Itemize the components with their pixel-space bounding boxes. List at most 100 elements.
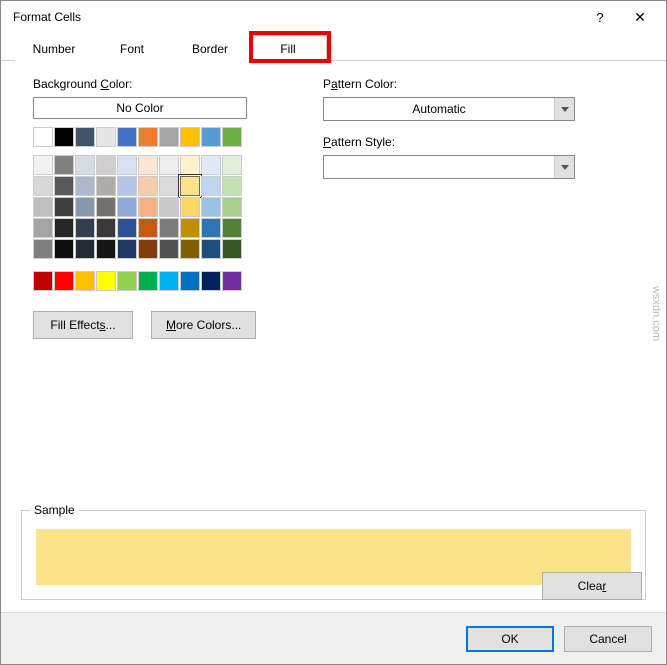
color-swatch[interactable] xyxy=(159,127,179,147)
tab-strip: Number Font Border Fill xyxy=(1,33,666,61)
watermark-text: wsxdn.com xyxy=(650,286,662,341)
color-swatch[interactable] xyxy=(54,239,74,259)
color-swatch[interactable] xyxy=(75,127,95,147)
sample-label: Sample xyxy=(30,503,79,517)
color-swatch[interactable] xyxy=(54,197,74,217)
chevron-down-icon[interactable] xyxy=(554,98,574,120)
color-swatch[interactable] xyxy=(222,218,242,238)
no-color-button[interactable]: No Color xyxy=(33,97,247,119)
color-swatch[interactable] xyxy=(222,127,242,147)
color-swatch[interactable] xyxy=(138,197,158,217)
color-swatch[interactable] xyxy=(96,155,116,175)
color-swatch[interactable] xyxy=(117,127,137,147)
color-swatch[interactable] xyxy=(96,127,116,147)
standard-colors-row xyxy=(33,271,263,291)
pattern-color-combo[interactable]: Automatic xyxy=(323,97,575,121)
color-swatch[interactable] xyxy=(180,271,200,291)
titlebar: Format Cells ? ✕ xyxy=(1,1,666,33)
clear-button[interactable]: Clear xyxy=(542,572,642,600)
color-swatch[interactable] xyxy=(33,127,53,147)
color-swatch[interactable] xyxy=(201,197,221,217)
color-swatch[interactable] xyxy=(33,271,53,291)
dialog-title: Format Cells xyxy=(13,10,580,24)
color-swatch[interactable] xyxy=(180,127,200,147)
color-swatch[interactable] xyxy=(96,218,116,238)
color-swatch[interactable] xyxy=(54,127,74,147)
color-swatch[interactable] xyxy=(201,271,221,291)
tab-border[interactable]: Border xyxy=(171,35,249,61)
color-swatch[interactable] xyxy=(222,271,242,291)
color-swatch[interactable] xyxy=(33,197,53,217)
color-swatch[interactable] xyxy=(222,197,242,217)
chevron-down-icon[interactable] xyxy=(554,156,574,178)
color-swatch[interactable] xyxy=(201,218,221,238)
color-swatch[interactable] xyxy=(117,155,137,175)
color-swatch[interactable] xyxy=(159,155,179,175)
color-swatch[interactable] xyxy=(201,127,221,147)
color-swatch[interactable] xyxy=(54,176,74,196)
color-swatch[interactable] xyxy=(54,271,74,291)
color-swatch[interactable] xyxy=(180,197,200,217)
color-swatch[interactable] xyxy=(96,197,116,217)
color-swatch[interactable] xyxy=(180,239,200,259)
color-swatch[interactable] xyxy=(201,155,221,175)
color-swatch[interactable] xyxy=(33,239,53,259)
format-cells-dialog: Format Cells ? ✕ Number Font Border Fill… xyxy=(0,0,667,665)
color-swatch[interactable] xyxy=(33,218,53,238)
fill-effects-button[interactable]: Fill Effects... xyxy=(33,311,133,339)
color-swatch[interactable] xyxy=(138,176,158,196)
color-swatch[interactable] xyxy=(138,218,158,238)
color-swatch[interactable] xyxy=(117,239,137,259)
color-swatch[interactable] xyxy=(75,271,95,291)
tab-fill[interactable]: Fill xyxy=(249,35,327,61)
tab-content-fill: Background Color: No Color Fill Effects.… xyxy=(1,61,666,612)
color-swatch[interactable] xyxy=(201,239,221,259)
color-swatch[interactable] xyxy=(138,271,158,291)
color-swatch[interactable] xyxy=(138,155,158,175)
tab-number[interactable]: Number xyxy=(15,35,93,61)
color-swatch[interactable] xyxy=(222,176,242,196)
pattern-style-combo[interactable] xyxy=(323,155,575,179)
color-swatch[interactable] xyxy=(222,155,242,175)
theme-colors-grid xyxy=(33,155,247,259)
color-swatch[interactable] xyxy=(117,197,137,217)
color-swatch[interactable] xyxy=(117,176,137,196)
color-swatch[interactable] xyxy=(180,218,200,238)
color-swatch[interactable] xyxy=(117,218,137,238)
close-button[interactable]: ✕ xyxy=(620,3,660,31)
color-swatch[interactable] xyxy=(159,239,179,259)
color-swatch[interactable] xyxy=(159,271,179,291)
color-swatch[interactable] xyxy=(54,218,74,238)
color-swatch[interactable] xyxy=(33,176,53,196)
color-swatch[interactable] xyxy=(75,218,95,238)
color-swatch[interactable] xyxy=(54,155,74,175)
tab-font[interactable]: Font xyxy=(93,35,171,61)
color-swatch[interactable] xyxy=(75,239,95,259)
color-swatch[interactable] xyxy=(159,176,179,196)
more-colors-button[interactable]: More Colors... xyxy=(151,311,256,339)
color-swatch[interactable] xyxy=(96,239,116,259)
color-swatch[interactable] xyxy=(222,239,242,259)
color-swatch[interactable] xyxy=(138,239,158,259)
color-swatch[interactable] xyxy=(159,218,179,238)
color-swatch[interactable] xyxy=(180,176,200,196)
theme-colors-row1 xyxy=(33,127,247,147)
color-swatch[interactable] xyxy=(75,155,95,175)
color-swatch[interactable] xyxy=(159,197,179,217)
pattern-color-label: Pattern Color: xyxy=(323,77,646,91)
ok-button[interactable]: OK xyxy=(466,626,554,652)
color-swatch[interactable] xyxy=(96,176,116,196)
color-swatch[interactable] xyxy=(201,176,221,196)
help-button[interactable]: ? xyxy=(580,3,620,31)
color-swatch[interactable] xyxy=(96,271,116,291)
color-swatch[interactable] xyxy=(75,197,95,217)
color-swatch[interactable] xyxy=(180,155,200,175)
dialog-button-bar: OK Cancel xyxy=(1,612,666,664)
color-swatch[interactable] xyxy=(138,127,158,147)
color-swatch[interactable] xyxy=(33,155,53,175)
color-swatch[interactable] xyxy=(117,271,137,291)
cancel-button[interactable]: Cancel xyxy=(564,626,652,652)
pattern-style-label: Pattern Style: xyxy=(323,135,646,149)
pattern-color-value: Automatic xyxy=(324,102,554,116)
color-swatch[interactable] xyxy=(75,176,95,196)
